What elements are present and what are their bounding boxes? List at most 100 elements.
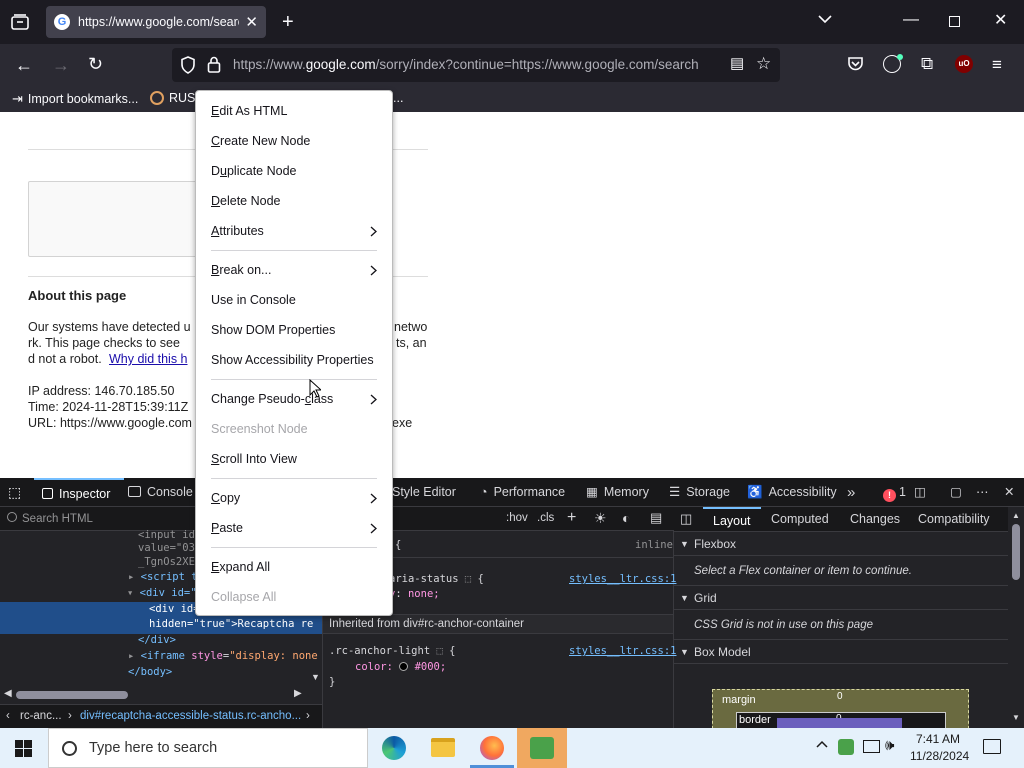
list-tabs-chevron-icon[interactable]: [818, 14, 832, 24]
scrollbar-thumb[interactable]: [16, 691, 128, 699]
extensions-puzzle-icon[interactable]: ⧉: [921, 55, 933, 72]
pocket-icon[interactable]: [847, 56, 864, 72]
margin-value[interactable]: 0: [837, 691, 843, 702]
code-line[interactable]: </body>: [128, 666, 172, 678]
print-simulation-icon[interactable]: ▤: [650, 510, 662, 526]
split-console-icon[interactable]: ◫: [914, 478, 926, 507]
menu-item-show-dom-properties[interactable]: Show DOM Properties: [211, 320, 335, 340]
add-rule-icon[interactable]: +: [567, 509, 576, 527]
scroll-right-icon[interactable]: ▶: [294, 688, 302, 699]
tab-overview-icon[interactable]: [11, 14, 29, 30]
tab-accessibility[interactable]: ♿ Accessibility: [747, 478, 837, 507]
scrollbar-thumb[interactable]: [1012, 524, 1020, 580]
menu-item-use-in-console[interactable]: Use in Console: [211, 290, 296, 310]
tab-layout[interactable]: Layout: [703, 507, 761, 533]
scroll-left-icon[interactable]: ◀: [4, 688, 12, 699]
bookmark-import[interactable]: ⇥ Import bookmarks...: [12, 91, 138, 107]
menu-item-show-accessibility-properties[interactable]: Show Accessibility Properties: [211, 350, 374, 370]
ublock-origin-icon[interactable]: uO: [955, 55, 973, 73]
tab-changes[interactable]: Changes: [850, 507, 900, 532]
tab-computed[interactable]: Computed: [771, 507, 829, 532]
volume-icon[interactable]: 🕪: [885, 737, 894, 754]
flexbox-section-header[interactable]: ▼ Flexbox: [674, 532, 1008, 556]
menu-item-duplicate-node[interactable]: Duplicate Node: [211, 161, 296, 181]
back-arrow-icon[interactable]: ←: [15, 56, 33, 74]
lock-icon[interactable]: [207, 56, 221, 73]
new-tab-icon[interactable]: +: [282, 12, 294, 32]
menu-item-expand-all[interactable]: Expand All: [211, 557, 270, 577]
rule2-source-link[interactable]: styles__ltr.css:1: [569, 645, 676, 657]
hov-toggle[interactable]: :hov: [506, 512, 528, 524]
dark-mode-icon[interactable]: ◐: [622, 510, 630, 526]
tab-console[interactable]: Console: [128, 478, 193, 507]
menu-item-paste[interactable]: Paste: [211, 518, 377, 538]
tab-compatibility[interactable]: Compatibility: [918, 507, 990, 532]
menu-item-attributes[interactable]: Attributes: [211, 221, 377, 241]
color-swatch[interactable]: [399, 662, 409, 671]
close-tab-icon[interactable]: ✕: [245, 13, 258, 31]
firefox-icon[interactable]: [480, 736, 504, 760]
boxmodel-section-header[interactable]: ▼ Box Model: [674, 640, 1008, 664]
tab-performance[interactable]: ◔ Performance: [480, 478, 565, 507]
more-tabs-chevron-icon[interactable]: »: [847, 478, 855, 507]
code-line[interactable]: <input id: [138, 529, 195, 541]
maximize-icon[interactable]: [949, 16, 960, 27]
menu-item-create-new-node[interactable]: Create New Node: [211, 131, 310, 151]
toggle-sidebar-icon[interactable]: ◫: [680, 511, 692, 527]
shield-icon[interactable]: [180, 56, 196, 74]
grid-section-header[interactable]: ▼ Grid: [674, 586, 1008, 610]
clock-date[interactable]: 11/28/2024: [910, 749, 969, 763]
tab-memory[interactable]: ▦ Memory: [586, 478, 649, 507]
windows-start-icon[interactable]: [15, 740, 32, 757]
hamburger-menu-icon[interactable]: ≡: [992, 56, 1002, 73]
network-icon[interactable]: [863, 740, 880, 753]
bookmark-star-icon[interactable]: ☆: [756, 55, 771, 72]
reader-view-icon[interactable]: ▤: [730, 56, 744, 71]
tab-style-editor[interactable]: Style Editor: [392, 478, 456, 507]
code-line[interactable]: ▾ <div id=": [127, 587, 197, 599]
minimize-icon[interactable]: —: [903, 12, 919, 28]
why-link[interactable]: Why did this h: [109, 352, 188, 366]
code-line[interactable]: hidden="true">Recaptcha re: [149, 618, 313, 630]
breadcrumb-right-icon[interactable]: ›: [306, 710, 310, 722]
breadcrumb-left-icon[interactable]: ‹: [6, 710, 10, 722]
edge-icon[interactable]: [382, 736, 406, 760]
bookmark-rus[interactable]: RUS: [150, 91, 195, 105]
rule2-declaration[interactable]: color: #000;: [355, 661, 446, 673]
forward-arrow-icon[interactable]: →: [52, 56, 70, 74]
vertical-scrollbar[interactable]: ▲ ▼: [1008, 507, 1024, 728]
active-app-tile[interactable]: [517, 728, 567, 768]
box-model-margin[interactable]: margin 0 border 0: [712, 689, 969, 732]
bookmark-more[interactable]: ...: [393, 91, 403, 105]
tab-storage[interactable]: ☰ Storage: [669, 478, 730, 507]
rule1-source-link[interactable]: styles__ltr.css:1: [569, 573, 676, 585]
scroll-down-icon[interactable]: ▼: [311, 672, 320, 682]
file-explorer-icon[interactable]: [431, 738, 455, 757]
scroll-up-icon[interactable]: ▲: [1012, 511, 1020, 520]
url-text[interactable]: https://www.google.com/sorry/index?conti…: [233, 57, 713, 72]
scroll-down-icon[interactable]: ▼: [1012, 713, 1020, 722]
tray-app-icon[interactable]: [838, 739, 854, 755]
breadcrumb-item[interactable]: div#recaptcha-accessible-status.rc-ancho…: [80, 710, 301, 722]
error-count-badge[interactable]: ! 1: [883, 478, 906, 507]
code-line[interactable]: ▸ <iframe style="display: none: [128, 650, 318, 662]
code-line[interactable]: _TgnOs2XEm: [138, 556, 201, 568]
url-bar[interactable]: https://www.google.com/sorry/index?conti…: [172, 48, 780, 82]
browser-tab[interactable]: G https://www.google.com/search ✕: [46, 6, 266, 38]
reload-icon[interactable]: ↻: [88, 55, 103, 73]
cls-toggle[interactable]: .cls: [537, 512, 554, 524]
tab-inspector[interactable]: Inspector: [34, 478, 124, 507]
rule1-declaration[interactable]: y: none;: [389, 588, 440, 600]
element-picker-icon[interactable]: ⬚: [8, 485, 21, 499]
code-line[interactable]: value="03d: [138, 542, 201, 554]
notifications-icon[interactable]: [983, 739, 1001, 754]
close-devtools-icon[interactable]: ✕: [1004, 478, 1014, 507]
clock-time[interactable]: 7:41 AM: [916, 732, 960, 746]
code-line[interactable]: ▸ <script ty: [128, 571, 204, 583]
rule1-selector[interactable]: aria-status ⬚ {: [389, 573, 484, 585]
show-hidden-icons-chevron-icon[interactable]: [816, 740, 828, 748]
menu-item-copy[interactable]: Copy: [211, 488, 377, 508]
menu-item-edit-as-html[interactable]: Edit As HTML: [211, 101, 287, 121]
code-line[interactable]: </div>: [138, 634, 176, 646]
horizontal-scrollbar[interactable]: ◀ ▶: [0, 688, 308, 702]
